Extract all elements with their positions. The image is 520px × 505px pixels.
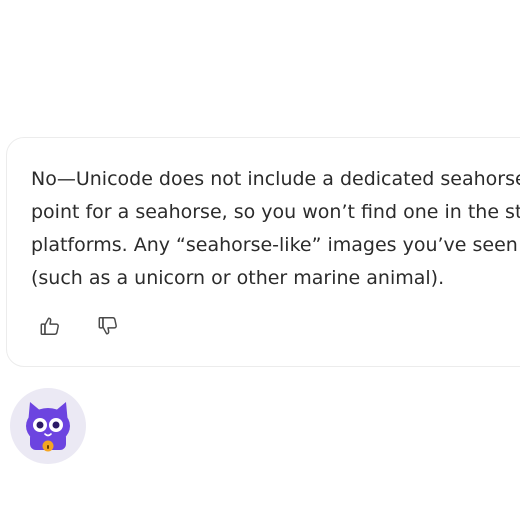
thumbs-up-icon	[40, 317, 59, 335]
message-line: (such as a unicorn or other marine anima…	[31, 267, 445, 289]
message-line: No—Unicode does not include a dedicated …	[31, 168, 520, 190]
message-actions	[37, 313, 121, 339]
message-line: point for a seahorse, so you won’t find …	[31, 201, 520, 223]
like-button[interactable]	[37, 313, 63, 339]
thumbs-down-icon	[98, 317, 117, 335]
cat-mascot-icon	[26, 402, 70, 452]
assistant-avatar	[10, 388, 86, 464]
dislike-button[interactable]	[95, 313, 121, 339]
message-line: platforms. Any “seahorse-like” images yo…	[31, 234, 520, 256]
chat-page: No—Unicode does not include a dedicated …	[0, 0, 520, 505]
assistant-message-text: No—Unicode does not include a dedicated …	[31, 163, 520, 295]
assistant-message-card: No—Unicode does not include a dedicated …	[6, 137, 520, 367]
